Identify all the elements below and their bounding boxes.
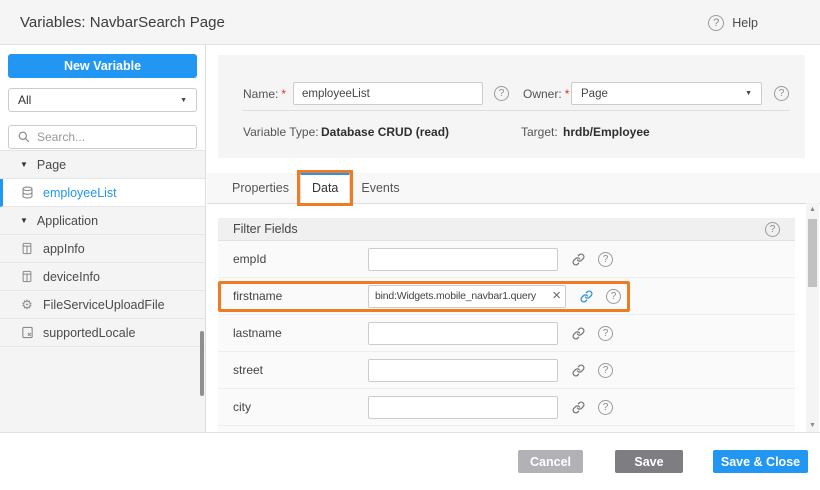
tree-item-appinfo[interactable]: appInfo <box>0 235 205 263</box>
search-icon <box>17 131 31 143</box>
owner-help-icon[interactable]: ? <box>774 86 789 101</box>
filter-row-lastname: lastname ? <box>218 315 795 352</box>
clear-binding-icon[interactable]: × <box>552 287 561 305</box>
bind-link-icon[interactable] <box>572 253 585 266</box>
caret-down-icon: ▼ <box>20 217 28 225</box>
save-and-close-button[interactable]: Save & Close <box>713 450 808 473</box>
chevron-down-icon: ▼ <box>745 90 752 97</box>
filter-fields-panel: Filter Fields ? empId ? firstname × <box>218 218 795 432</box>
field-label: city <box>233 400 368 414</box>
tree-group-application[interactable]: ▼ Application <box>0 207 205 235</box>
tree-item-employeelist[interactable]: employeeList <box>0 179 205 207</box>
variable-filter-value: All <box>18 93 31 107</box>
tree-item-label: deviceInfo <box>43 270 100 284</box>
field-help-icon[interactable]: ? <box>606 289 621 304</box>
field-help-icon[interactable]: ? <box>598 326 613 341</box>
tab-data[interactable]: Data <box>300 173 350 203</box>
target-value: hrdb/Employee <box>563 125 650 139</box>
variable-search[interactable] <box>8 125 197 149</box>
variable-filter-select[interactable]: All ▼ <box>8 88 197 112</box>
tree-item-supportedlocale[interactable]: supportedLocale <box>0 319 205 347</box>
filter-fields-title: Filter Fields <box>233 222 298 236</box>
tree-item-label: appInfo <box>43 242 85 256</box>
bind-link-icon[interactable] <box>572 364 585 377</box>
bind-link-icon[interactable] <box>580 290 593 303</box>
gear-icon: ⚙ <box>20 298 34 311</box>
variable-type-value: Database CRUD (read) <box>321 125 449 139</box>
required-asterisk: * <box>565 87 570 101</box>
field-help-icon[interactable]: ? <box>598 252 613 267</box>
dialog-footer: Cancel Save Save & Close <box>0 432 820 490</box>
tab-properties[interactable]: Properties <box>221 173 300 203</box>
tree-group-label: Application <box>37 214 98 228</box>
scroll-up-icon[interactable]: ▲ <box>806 206 819 213</box>
field-help-icon[interactable]: ? <box>598 363 613 378</box>
help-question-icon: ? <box>708 15 724 31</box>
tree-item-label: FileServiceUploadFile <box>43 298 165 312</box>
device-icon <box>20 270 34 283</box>
new-variable-button[interactable]: New Variable <box>8 54 197 78</box>
page-title: Variables: NavbarSearch Page <box>20 14 225 31</box>
scroll-down-icon[interactable]: ▼ <box>806 422 819 429</box>
tree-item-label: supportedLocale <box>43 326 135 340</box>
tree-item-deviceinfo[interactable]: deviceInfo <box>0 263 205 291</box>
lastname-input[interactable] <box>368 322 558 345</box>
tab-events[interactable]: Events <box>350 173 410 203</box>
name-help-icon[interactable]: ? <box>494 86 509 101</box>
required-asterisk: * <box>281 87 286 101</box>
help-label: Help <box>732 16 758 30</box>
scrollbar-thumb[interactable] <box>808 219 817 287</box>
variable-detail-panel: Name:* ? Owner:* Page ▼ ? Variable Type:… <box>207 45 820 432</box>
database-icon <box>20 186 34 199</box>
field-help-icon[interactable]: ? <box>598 400 613 415</box>
caret-down-icon: ▼ <box>20 161 28 169</box>
target-label: Target: <box>521 125 558 139</box>
panel-divider <box>243 110 789 111</box>
firstname-input[interactable] <box>368 285 566 308</box>
field-label: empId <box>233 252 368 266</box>
filter-row-firstname: firstname × ? <box>218 278 795 315</box>
dialog-header: Variables: NavbarSearch Page ? Help <box>0 0 820 45</box>
field-label: street <box>233 363 368 377</box>
tree-group-label: Page <box>37 158 66 172</box>
tree-item-fileserviceuploadfile[interactable]: ⚙ FileServiceUploadFile <box>0 291 205 319</box>
owner-select[interactable]: Page ▼ <box>571 82 762 105</box>
city-input[interactable] <box>368 396 558 419</box>
tree-group-page[interactable]: ▼ Page <box>0 151 205 179</box>
variables-tree: ▼ Page employeeList ▼ Application <box>0 150 205 432</box>
filter-fields-help-icon[interactable]: ? <box>765 222 780 237</box>
sidebar-scrollbar[interactable] <box>200 331 204 396</box>
bind-link-icon[interactable] <box>572 327 585 340</box>
tab-bar: Properties Data Events <box>207 173 820 204</box>
empid-input[interactable] <box>368 248 558 271</box>
variable-summary-panel: Name:* ? Owner:* Page ▼ ? Variable Type:… <box>218 55 805 158</box>
variable-type-label: Variable Type: <box>243 125 319 139</box>
name-label: Name:* <box>243 87 286 101</box>
filter-row-city: city ? <box>218 389 795 426</box>
name-field[interactable] <box>293 82 483 105</box>
bind-link-icon[interactable] <box>572 401 585 414</box>
content-scrollbar[interactable]: ▲ ▼ <box>806 203 819 432</box>
cancel-button[interactable]: Cancel <box>518 450 583 473</box>
owner-label: Owner:* <box>523 87 569 101</box>
filter-row-street: street ? <box>218 352 795 389</box>
owner-value: Page <box>581 88 608 100</box>
field-label: firstname <box>233 289 368 303</box>
device-icon <box>20 242 34 255</box>
street-input[interactable] <box>368 359 558 382</box>
locale-doc-icon <box>20 326 34 339</box>
filter-fields-header: Filter Fields ? <box>218 218 795 241</box>
field-label: lastname <box>233 326 368 340</box>
chevron-down-icon: ▼ <box>180 97 187 104</box>
filter-row-empid: empId ? <box>218 241 795 278</box>
save-button[interactable]: Save <box>615 450 683 473</box>
search-input[interactable] <box>37 130 192 144</box>
tree-item-label: employeeList <box>43 186 117 200</box>
variables-sidebar: New Variable All ▼ ▼ Page <box>0 45 206 432</box>
help-button[interactable]: ? Help <box>708 0 758 45</box>
